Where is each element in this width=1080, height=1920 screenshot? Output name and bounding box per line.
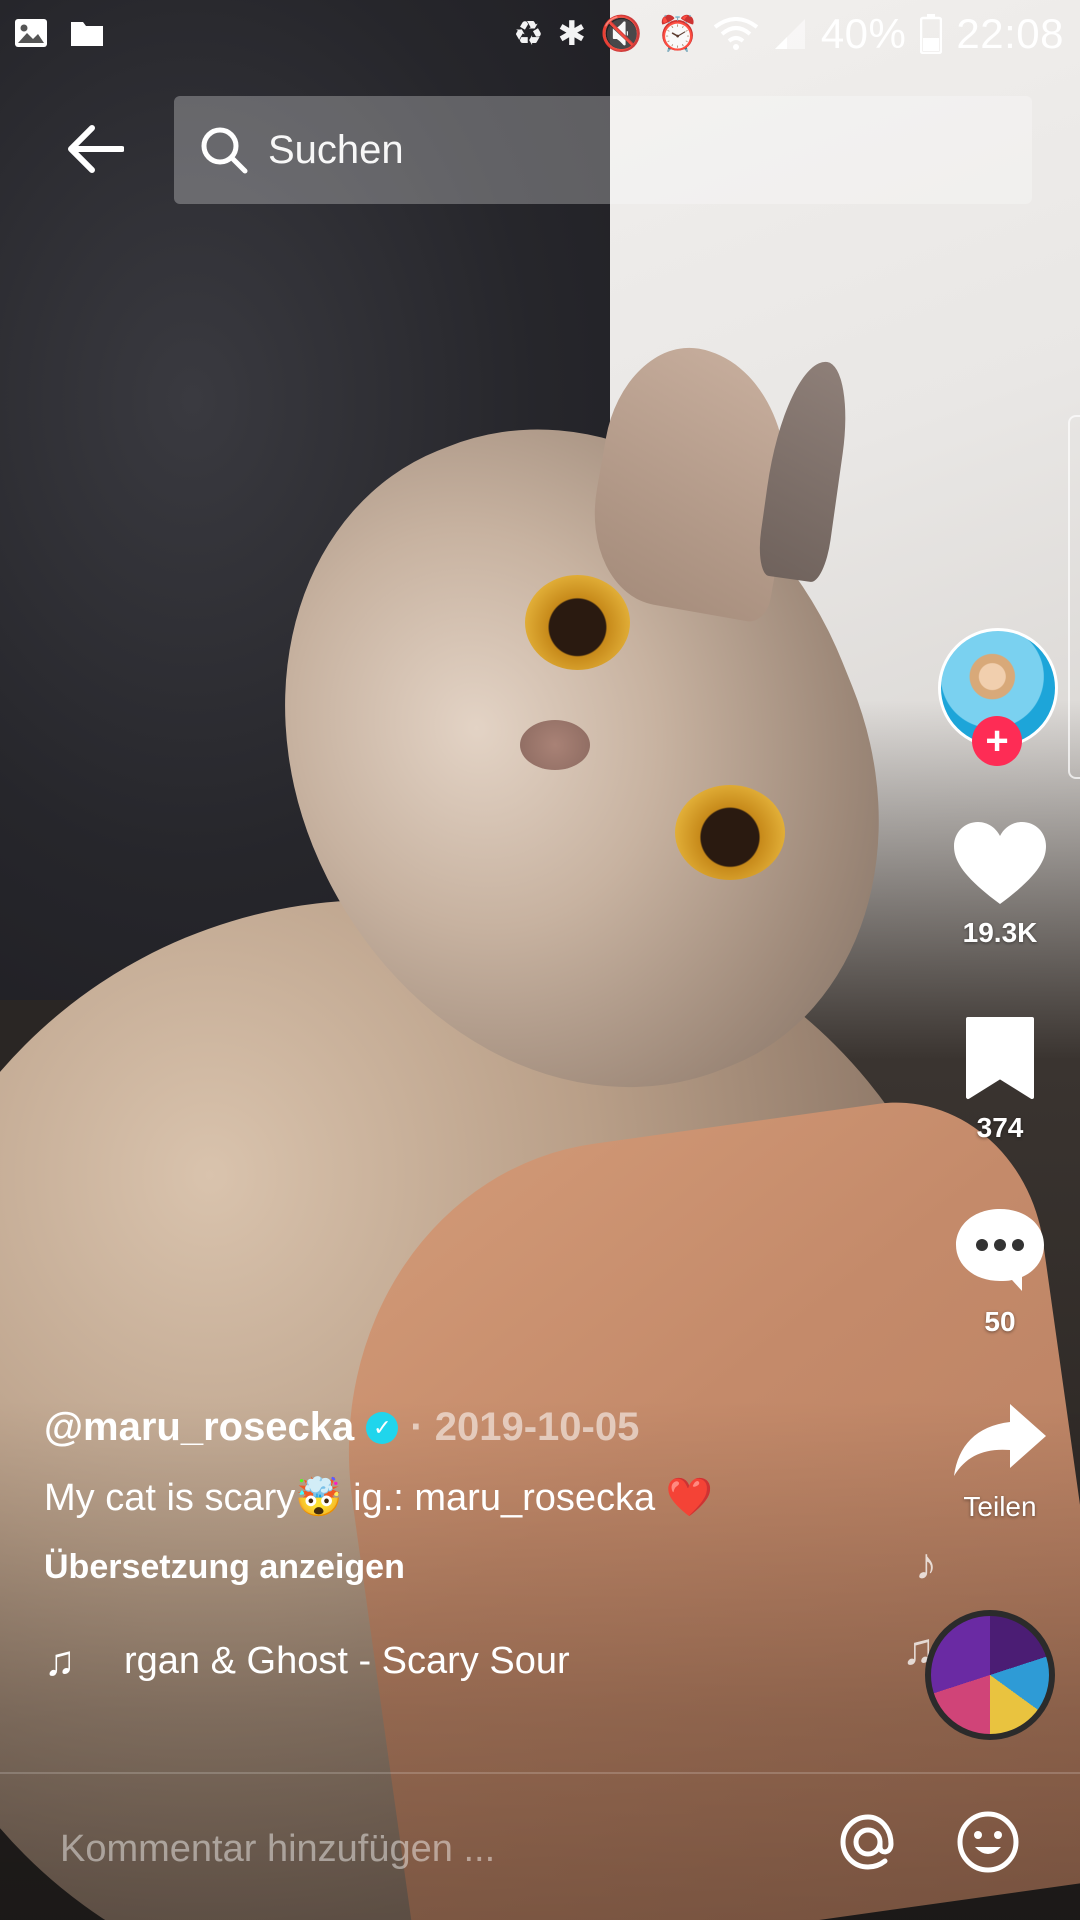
date-separator: · xyxy=(410,1405,435,1449)
save-button[interactable]: 374 xyxy=(930,1015,1070,1144)
at-icon xyxy=(840,1814,894,1870)
signal-icon xyxy=(774,19,805,49)
comment-input[interactable]: Kommentar hinzufügen ... xyxy=(60,1828,495,1871)
search-placeholder: Suchen xyxy=(268,127,404,172)
video-caption: @maru_rosecka ✓ · 2019-10-05 My cat is s… xyxy=(44,1405,904,1685)
mute-icon: 🔇 xyxy=(600,15,643,53)
cat-nose xyxy=(520,720,590,770)
back-button[interactable] xyxy=(60,118,130,180)
comment-count: 50 xyxy=(984,1306,1016,1337)
post-date: 2019-10-05 xyxy=(434,1405,640,1449)
clock: 22:08 xyxy=(956,10,1064,57)
post-date-wrap: · 2019-10-05 xyxy=(410,1405,639,1450)
status-bar: ♻ ✱ 🔇 ⏰ 40% 22:08 xyxy=(0,0,1080,70)
like-count: 19.3K xyxy=(962,917,1038,948)
verified-badge-icon: ✓ xyxy=(366,1411,399,1444)
plus-icon: + xyxy=(985,719,1009,763)
follow-button[interactable]: + xyxy=(972,716,1022,766)
search-icon xyxy=(201,127,248,174)
bluetooth-icon: ✱ xyxy=(557,15,587,53)
search-bar[interactable]: Suchen xyxy=(174,96,1032,204)
translate-link[interactable]: Übersetzung anzeigen xyxy=(44,1548,904,1587)
battery-percentage: 40% xyxy=(820,10,907,57)
music-note-icon: ♫ xyxy=(44,1637,76,1684)
comment-input-bar[interactable]: Kommentar hinzufügen ... xyxy=(0,1774,1080,1920)
save-count: 374 xyxy=(976,1112,1024,1143)
author-username[interactable]: @maru_rosecka xyxy=(44,1405,354,1450)
heart-icon xyxy=(954,822,1046,904)
battery-icon xyxy=(920,14,943,54)
wifi-icon xyxy=(713,17,759,50)
floating-note-icon: ♪ xyxy=(915,1540,937,1589)
share-arrow-icon xyxy=(954,1404,1046,1476)
video-description: My cat is scary🤯 ig.: maru_rosecka ❤️ xyxy=(44,1477,714,1519)
smiley-icon xyxy=(957,1811,1019,1873)
comment-button[interactable]: 50 xyxy=(930,1205,1070,1338)
alarm-icon: ⏰ xyxy=(656,15,699,53)
gallery-icon xyxy=(15,19,47,47)
author-line: @maru_rosecka ✓ · 2019-10-05 xyxy=(44,1405,904,1450)
share-label: Teilen xyxy=(963,1491,1037,1522)
back-arrow-icon xyxy=(68,125,124,173)
mention-button[interactable] xyxy=(830,1804,906,1880)
cat-eye-left xyxy=(525,575,630,670)
comment-bubble-icon xyxy=(956,1209,1044,1291)
cat-eye-right xyxy=(675,785,785,880)
music-disc-button[interactable] xyxy=(925,1610,1055,1740)
bookmark-icon xyxy=(966,1017,1034,1099)
music-info[interactable]: ♫ rgan & Ghost - Scary Sour xyxy=(44,1637,904,1685)
share-button[interactable]: Teilen xyxy=(930,1400,1070,1523)
folder-icon xyxy=(71,22,103,46)
emoji-button[interactable] xyxy=(950,1804,1026,1880)
edge-panel-handle[interactable] xyxy=(1068,415,1080,779)
battery-saver-icon: ♻ xyxy=(513,15,544,53)
like-button[interactable]: 19.3K xyxy=(930,820,1070,949)
music-title: rgan & Ghost - Scary Sour xyxy=(124,1639,570,1682)
